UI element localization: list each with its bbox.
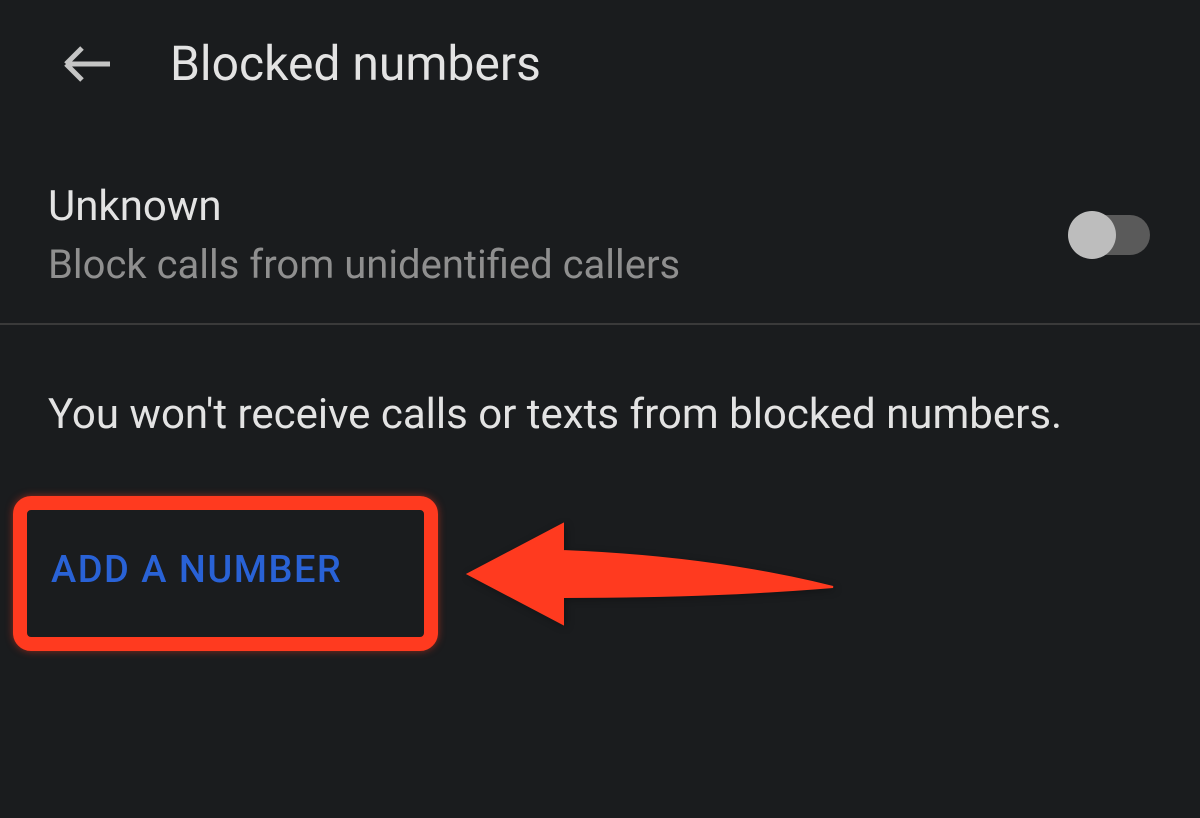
page-title: Blocked numbers xyxy=(170,35,541,92)
annotation-arrow xyxy=(453,509,853,643)
unknown-callers-toggle[interactable] xyxy=(1072,215,1150,255)
setting-subtitle: Block calls from unidentified callers xyxy=(48,241,680,288)
add-number-container: ADD A NUMBER xyxy=(13,504,1200,636)
arrow-left-annotation-icon xyxy=(453,509,853,639)
arrow-left-icon xyxy=(62,44,112,84)
setting-unknown-callers[interactable]: Unknown Block calls from unidentified ca… xyxy=(0,142,1200,323)
annotation-highlight-box xyxy=(13,496,438,651)
setting-title: Unknown xyxy=(48,182,680,231)
back-button[interactable] xyxy=(62,39,112,89)
setting-text-group: Unknown Block calls from unidentified ca… xyxy=(48,182,680,288)
toggle-knob xyxy=(1068,211,1116,259)
header: Blocked numbers xyxy=(0,0,1200,142)
blocked-info-text: You won't receive calls or texts from bl… xyxy=(0,325,1200,449)
